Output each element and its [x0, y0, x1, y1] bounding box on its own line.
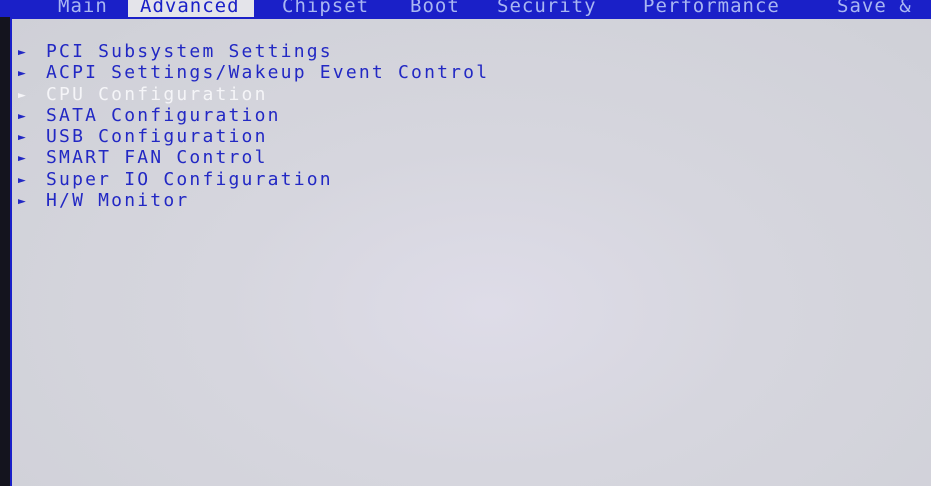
- menu-item-label: SATA Configuration: [46, 104, 281, 126]
- menu-item-label: H/W Monitor: [46, 190, 190, 212]
- submenu-arrow-icon: ►: [18, 87, 29, 103]
- menu-item-label: ACPI Settings/Wakeup Event Control: [46, 62, 490, 84]
- menu-item-label: CPU Configuration: [46, 83, 268, 105]
- tab-performance[interactable]: Performance: [643, 0, 780, 17]
- menu-item-super-io-configuration[interactable]: ► Super IO Configuration: [18, 169, 489, 190]
- screen-bezel-edge: [0, 17, 10, 486]
- advanced-menu-panel: ► PCI Subsystem Settings ► ACPI Settings/W…: [10, 17, 931, 486]
- menu-item-pci-subsystem-settings[interactable]: ► PCI Subsystem Settings: [18, 41, 489, 62]
- tab-security[interactable]: Security: [497, 0, 597, 17]
- bios-screen: Main Advanced Chipset Boot Security Perf…: [0, 0, 931, 486]
- menu-item-label: SMART FAN Control: [46, 147, 268, 169]
- advanced-menu-list: ► PCI Subsystem Settings ► ACPI Settings/W…: [18, 41, 489, 211]
- tab-main[interactable]: Main: [58, 0, 108, 17]
- menu-item-label: Super IO Configuration: [46, 168, 333, 190]
- menu-item-sata-configuration[interactable]: ► SATA Configuration: [18, 105, 489, 126]
- menu-item-label: PCI Subsystem Settings: [46, 41, 333, 62]
- tab-boot[interactable]: Boot: [410, 0, 460, 17]
- submenu-arrow-icon: ►: [18, 194, 29, 210]
- submenu-arrow-icon: ►: [18, 151, 29, 167]
- tab-chipset[interactable]: Chipset: [282, 0, 369, 17]
- menu-item-smart-fan-control[interactable]: ► SMART FAN Control: [18, 147, 489, 168]
- submenu-arrow-icon: ►: [18, 130, 29, 146]
- menu-item-acpi-settings[interactable]: ► ACPI Settings/Wakeup Event Control: [18, 62, 489, 83]
- tab-bar: Main Advanced Chipset Boot Security Perf…: [0, 0, 931, 17]
- menu-item-hw-monitor[interactable]: ► H/W Monitor: [18, 190, 489, 211]
- submenu-arrow-icon: ►: [18, 108, 29, 124]
- menu-item-cpu-configuration[interactable]: ► CPU Configuration: [18, 84, 489, 105]
- submenu-arrow-icon: ►: [18, 66, 29, 82]
- menu-item-label: USB Configuration: [46, 126, 268, 148]
- menu-item-usb-configuration[interactable]: ► USB Configuration: [18, 126, 489, 147]
- tab-advanced[interactable]: Advanced: [128, 0, 254, 17]
- submenu-arrow-icon: ►: [18, 45, 29, 60]
- submenu-arrow-icon: ►: [18, 172, 29, 188]
- tab-save-exit[interactable]: Save &: [837, 0, 912, 17]
